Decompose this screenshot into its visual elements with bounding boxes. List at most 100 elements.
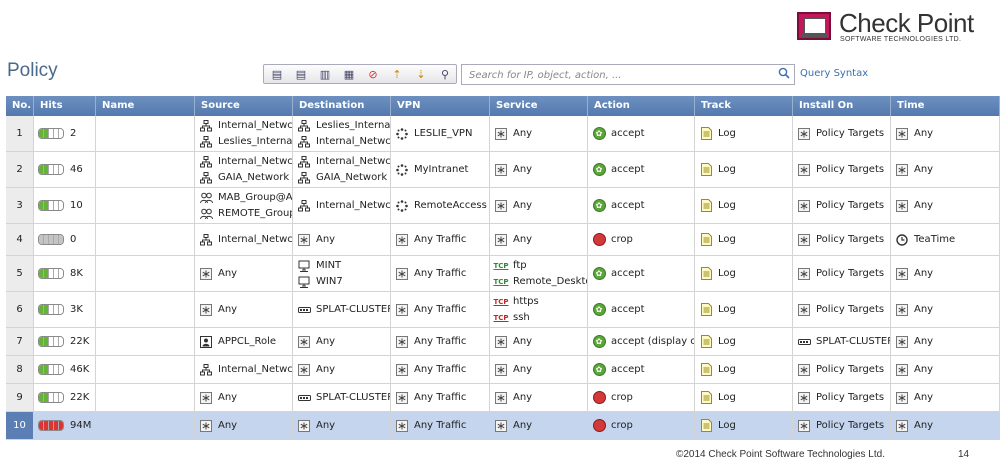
- track-cell[interactable]: Log: [695, 328, 793, 355]
- source-cell[interactable]: Any: [195, 256, 293, 291]
- vpn-cell[interactable]: Any Traffic: [391, 384, 490, 411]
- action-cell[interactable]: crop: [588, 412, 695, 439]
- rule-name-cell[interactable]: [96, 292, 195, 327]
- vpn-item[interactable]: Any Traffic: [395, 418, 489, 434]
- action-cell[interactable]: crop: [588, 224, 695, 255]
- rule-name-cell[interactable]: [96, 412, 195, 439]
- source-cell[interactable]: Internal_Netwc: [195, 356, 293, 383]
- time-cell[interactable]: Any: [891, 116, 1000, 151]
- track-cell[interactable]: Log: [695, 116, 793, 151]
- table-row[interactable]: 1 2 Internal_Netwc Leslies_Internal Leslies_…: [6, 116, 1000, 152]
- vpn-cell[interactable]: RemoteAccess: [391, 188, 490, 223]
- service-item[interactable]: Any: [494, 418, 587, 434]
- column-header-install-on[interactable]: Install On: [793, 96, 891, 116]
- service-cell[interactable]: Any: [490, 116, 588, 151]
- track-cell[interactable]: Log: [695, 292, 793, 327]
- action-cell[interactable]: ✿ accept: [588, 356, 695, 383]
- track-cell[interactable]: Log: [695, 152, 793, 187]
- vpn-item[interactable]: Any Traffic: [395, 334, 489, 350]
- destination-item[interactable]: Any: [297, 418, 390, 434]
- source-item[interactable]: MAB_Group@A: [199, 190, 292, 206]
- destination-cell[interactable]: Internal_Netwc: [293, 188, 391, 223]
- hits-cell[interactable]: 22K: [34, 384, 96, 411]
- service-item[interactable]: Any: [494, 362, 587, 378]
- source-item[interactable]: GAIA_Network: [199, 170, 292, 186]
- rule-number-cell[interactable]: 9: [6, 384, 34, 411]
- source-item[interactable]: APPCL_Role: [199, 334, 292, 350]
- service-item[interactable]: Any: [494, 198, 587, 214]
- service-cell[interactable]: Any: [490, 188, 588, 223]
- destination-item[interactable]: Internal_Netwc: [297, 154, 390, 170]
- source-cell[interactable]: APPCL_Role: [195, 328, 293, 355]
- find-icon[interactable]: ⚲: [436, 67, 454, 81]
- vpn-item[interactable]: Any Traffic: [395, 390, 489, 406]
- service-cell[interactable]: Any: [490, 224, 588, 255]
- table-row[interactable]: 4 0 Internal_Netwc Any Any Traffic Any crop Log…: [6, 224, 1000, 256]
- vpn-cell[interactable]: Any Traffic: [391, 292, 490, 327]
- service-cell[interactable]: TCP https TCP ssh: [490, 292, 588, 327]
- service-cell[interactable]: Any: [490, 412, 588, 439]
- service-cell[interactable]: TCP ftp TCP Remote_Deskto: [490, 256, 588, 291]
- source-cell[interactable]: Any: [195, 412, 293, 439]
- table-row[interactable]: 3 10 MAB_Group@A REMOTE_Group Internal_Netwc…: [6, 188, 1000, 224]
- vpn-item[interactable]: Any Traffic: [395, 266, 489, 282]
- destination-item[interactable]: Leslies_Internal: [297, 118, 390, 134]
- rule-number-cell[interactable]: 4: [6, 224, 34, 255]
- rule-name-cell[interactable]: [96, 256, 195, 291]
- rule-number-cell[interactable]: 1: [6, 116, 34, 151]
- hits-cell[interactable]: 2: [34, 116, 96, 151]
- source-item[interactable]: Any: [199, 390, 292, 406]
- service-item[interactable]: Any: [494, 126, 587, 142]
- rule-name-cell[interactable]: [96, 224, 195, 255]
- rule-name-cell[interactable]: [96, 356, 195, 383]
- destination-item[interactable]: WIN7: [297, 274, 390, 290]
- time-cell[interactable]: Any: [891, 412, 1000, 439]
- source-cell[interactable]: Any: [195, 292, 293, 327]
- action-cell[interactable]: ✿ accept: [588, 256, 695, 291]
- source-cell[interactable]: MAB_Group@A REMOTE_Group: [195, 188, 293, 223]
- service-cell[interactable]: Any: [490, 328, 588, 355]
- source-item[interactable]: Internal_Netwc: [199, 154, 292, 170]
- hits-cell[interactable]: 0: [34, 224, 96, 255]
- service-item[interactable]: Any: [494, 232, 587, 248]
- track-cell[interactable]: Log: [695, 384, 793, 411]
- service-cell[interactable]: Any: [490, 152, 588, 187]
- time-cell[interactable]: Any: [891, 328, 1000, 355]
- column-header-name[interactable]: Name: [96, 96, 195, 116]
- service-item[interactable]: TCP ftp: [493, 258, 587, 274]
- table-row[interactable]: 6 3K Any SPLAT-CLUSTER Any Traffic TCP https TC…: [6, 292, 1000, 328]
- hits-cell[interactable]: 94M: [34, 412, 96, 439]
- vpn-item[interactable]: Any Traffic: [395, 302, 489, 318]
- vpn-item[interactable]: Any Traffic: [395, 362, 489, 378]
- time-cell[interactable]: TeaTime: [891, 224, 1000, 255]
- vpn-cell[interactable]: Any Traffic: [391, 224, 490, 255]
- hits-cell[interactable]: 10: [34, 188, 96, 223]
- destination-cell[interactable]: Internal_Netwc GAIA_Network: [293, 152, 391, 187]
- destination-cell[interactable]: Any: [293, 356, 391, 383]
- rule-name-cell[interactable]: [96, 188, 195, 223]
- add-rule-below-icon[interactable]: ▤: [292, 67, 310, 81]
- action-cell[interactable]: ✿ accept: [588, 292, 695, 327]
- install-on-cell[interactable]: Policy Targets: [793, 188, 891, 223]
- source-item[interactable]: Any: [199, 266, 292, 282]
- hits-cell[interactable]: 46: [34, 152, 96, 187]
- column-header-no[interactable]: No.: [6, 96, 34, 116]
- source-item[interactable]: Internal_Netwc: [199, 362, 292, 378]
- track-cell[interactable]: Log: [695, 224, 793, 255]
- vpn-cell[interactable]: MyIntranet: [391, 152, 490, 187]
- action-cell[interactable]: ✿ accept: [588, 152, 695, 187]
- vpn-cell[interactable]: Any Traffic: [391, 256, 490, 291]
- hits-cell[interactable]: 8K: [34, 256, 96, 291]
- hits-cell[interactable]: 46K: [34, 356, 96, 383]
- vpn-item[interactable]: RemoteAccess: [395, 198, 489, 214]
- column-header-destination[interactable]: Destination: [293, 96, 391, 116]
- column-header-source[interactable]: Source: [195, 96, 293, 116]
- install-on-cell[interactable]: Policy Targets: [793, 256, 891, 291]
- install-on-cell[interactable]: Policy Targets: [793, 116, 891, 151]
- action-cell[interactable]: ✿ accept: [588, 188, 695, 223]
- column-header-action[interactable]: Action: [588, 96, 695, 116]
- source-item[interactable]: Internal_Netwc: [199, 118, 292, 134]
- rule-number-cell[interactable]: 8: [6, 356, 34, 383]
- vpn-cell[interactable]: Any Traffic: [391, 412, 490, 439]
- install-on-cell[interactable]: Policy Targets: [793, 292, 891, 327]
